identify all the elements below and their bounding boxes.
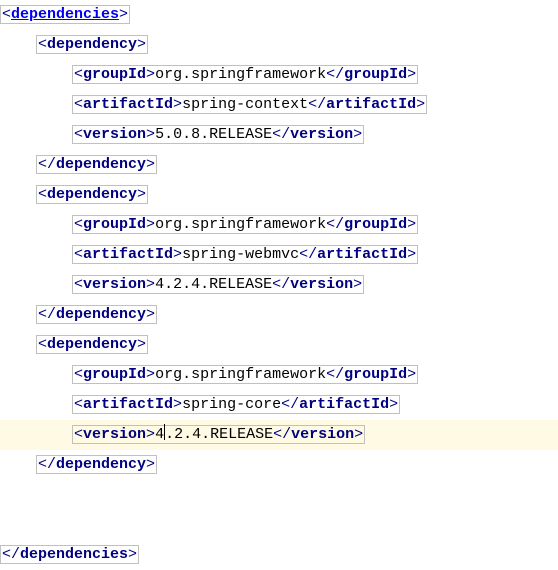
xml-line-empty: [0, 510, 558, 540]
tag-artifactid: artifactId: [83, 96, 173, 113]
value-version-before-cursor: 4: [155, 426, 164, 443]
tag-groupid: groupId: [83, 216, 146, 233]
tag-groupid: groupId: [83, 66, 146, 83]
xml-line: <version>5.0.8.RELEASE</version>: [0, 120, 558, 150]
tag-dependency-close: dependency: [56, 306, 146, 323]
xml-line: </dependency>: [0, 150, 558, 180]
xml-line: <version>4.2.4.RELEASE</version>: [0, 270, 558, 300]
tag-dependency-close: dependency: [56, 156, 146, 173]
value-version: 5.0.8.RELEASE: [155, 126, 272, 143]
tag-version: version: [83, 126, 146, 143]
xml-line: <dependency>: [0, 30, 558, 60]
xml-line: </dependency>: [0, 450, 558, 480]
code-editor[interactable]: <dependencies> <dependency> <groupId>org…: [0, 0, 558, 570]
tag-dependency-close: dependency: [56, 456, 146, 473]
xml-line: </dependencies>: [0, 540, 558, 570]
tag-dependency-open: dependency: [47, 336, 137, 353]
tag-artifactid: artifactId: [83, 246, 173, 263]
xml-line: <dependencies>: [0, 0, 558, 30]
tag-version: version: [83, 276, 146, 293]
xml-line: <artifactId>spring-context</artifactId>: [0, 90, 558, 120]
tag-groupid: groupId: [83, 366, 146, 383]
xml-line-empty: [0, 480, 558, 510]
xml-line: <artifactId>spring-webmvc</artifactId>: [0, 240, 558, 270]
tag-dependency-open: dependency: [47, 36, 137, 53]
tag-version: version: [83, 426, 146, 443]
value-artifactid: spring-core: [182, 396, 281, 413]
xml-line: <dependency>: [0, 330, 558, 360]
value-version: 4.2.4.RELEASE: [155, 276, 272, 293]
value-version-after-cursor: .2.4.RELEASE: [165, 426, 273, 443]
tag-artifactid: artifactId: [83, 396, 173, 413]
value-groupid: org.springframework: [155, 216, 326, 233]
xml-line-current: <version>4.2.4.RELEASE</version>: [0, 420, 558, 450]
xml-line: <groupId>org.springframework</groupId>: [0, 360, 558, 390]
text-cursor: [164, 424, 165, 440]
tag-dependency-open: dependency: [47, 186, 137, 203]
xml-line: <dependency>: [0, 180, 558, 210]
xml-line: <artifactId>spring-core</artifactId>: [0, 390, 558, 420]
tag-dependencies-open: dependencies: [11, 6, 119, 23]
xml-line: <groupId>org.springframework</groupId>: [0, 210, 558, 240]
xml-line: </dependency>: [0, 300, 558, 330]
value-groupid: org.springframework: [155, 366, 326, 383]
value-groupid: org.springframework: [155, 66, 326, 83]
value-artifactid: spring-context: [182, 96, 308, 113]
value-artifactid: spring-webmvc: [182, 246, 299, 263]
xml-line: <groupId>org.springframework</groupId>: [0, 60, 558, 90]
tag-dependencies-close: dependencies: [20, 546, 128, 563]
